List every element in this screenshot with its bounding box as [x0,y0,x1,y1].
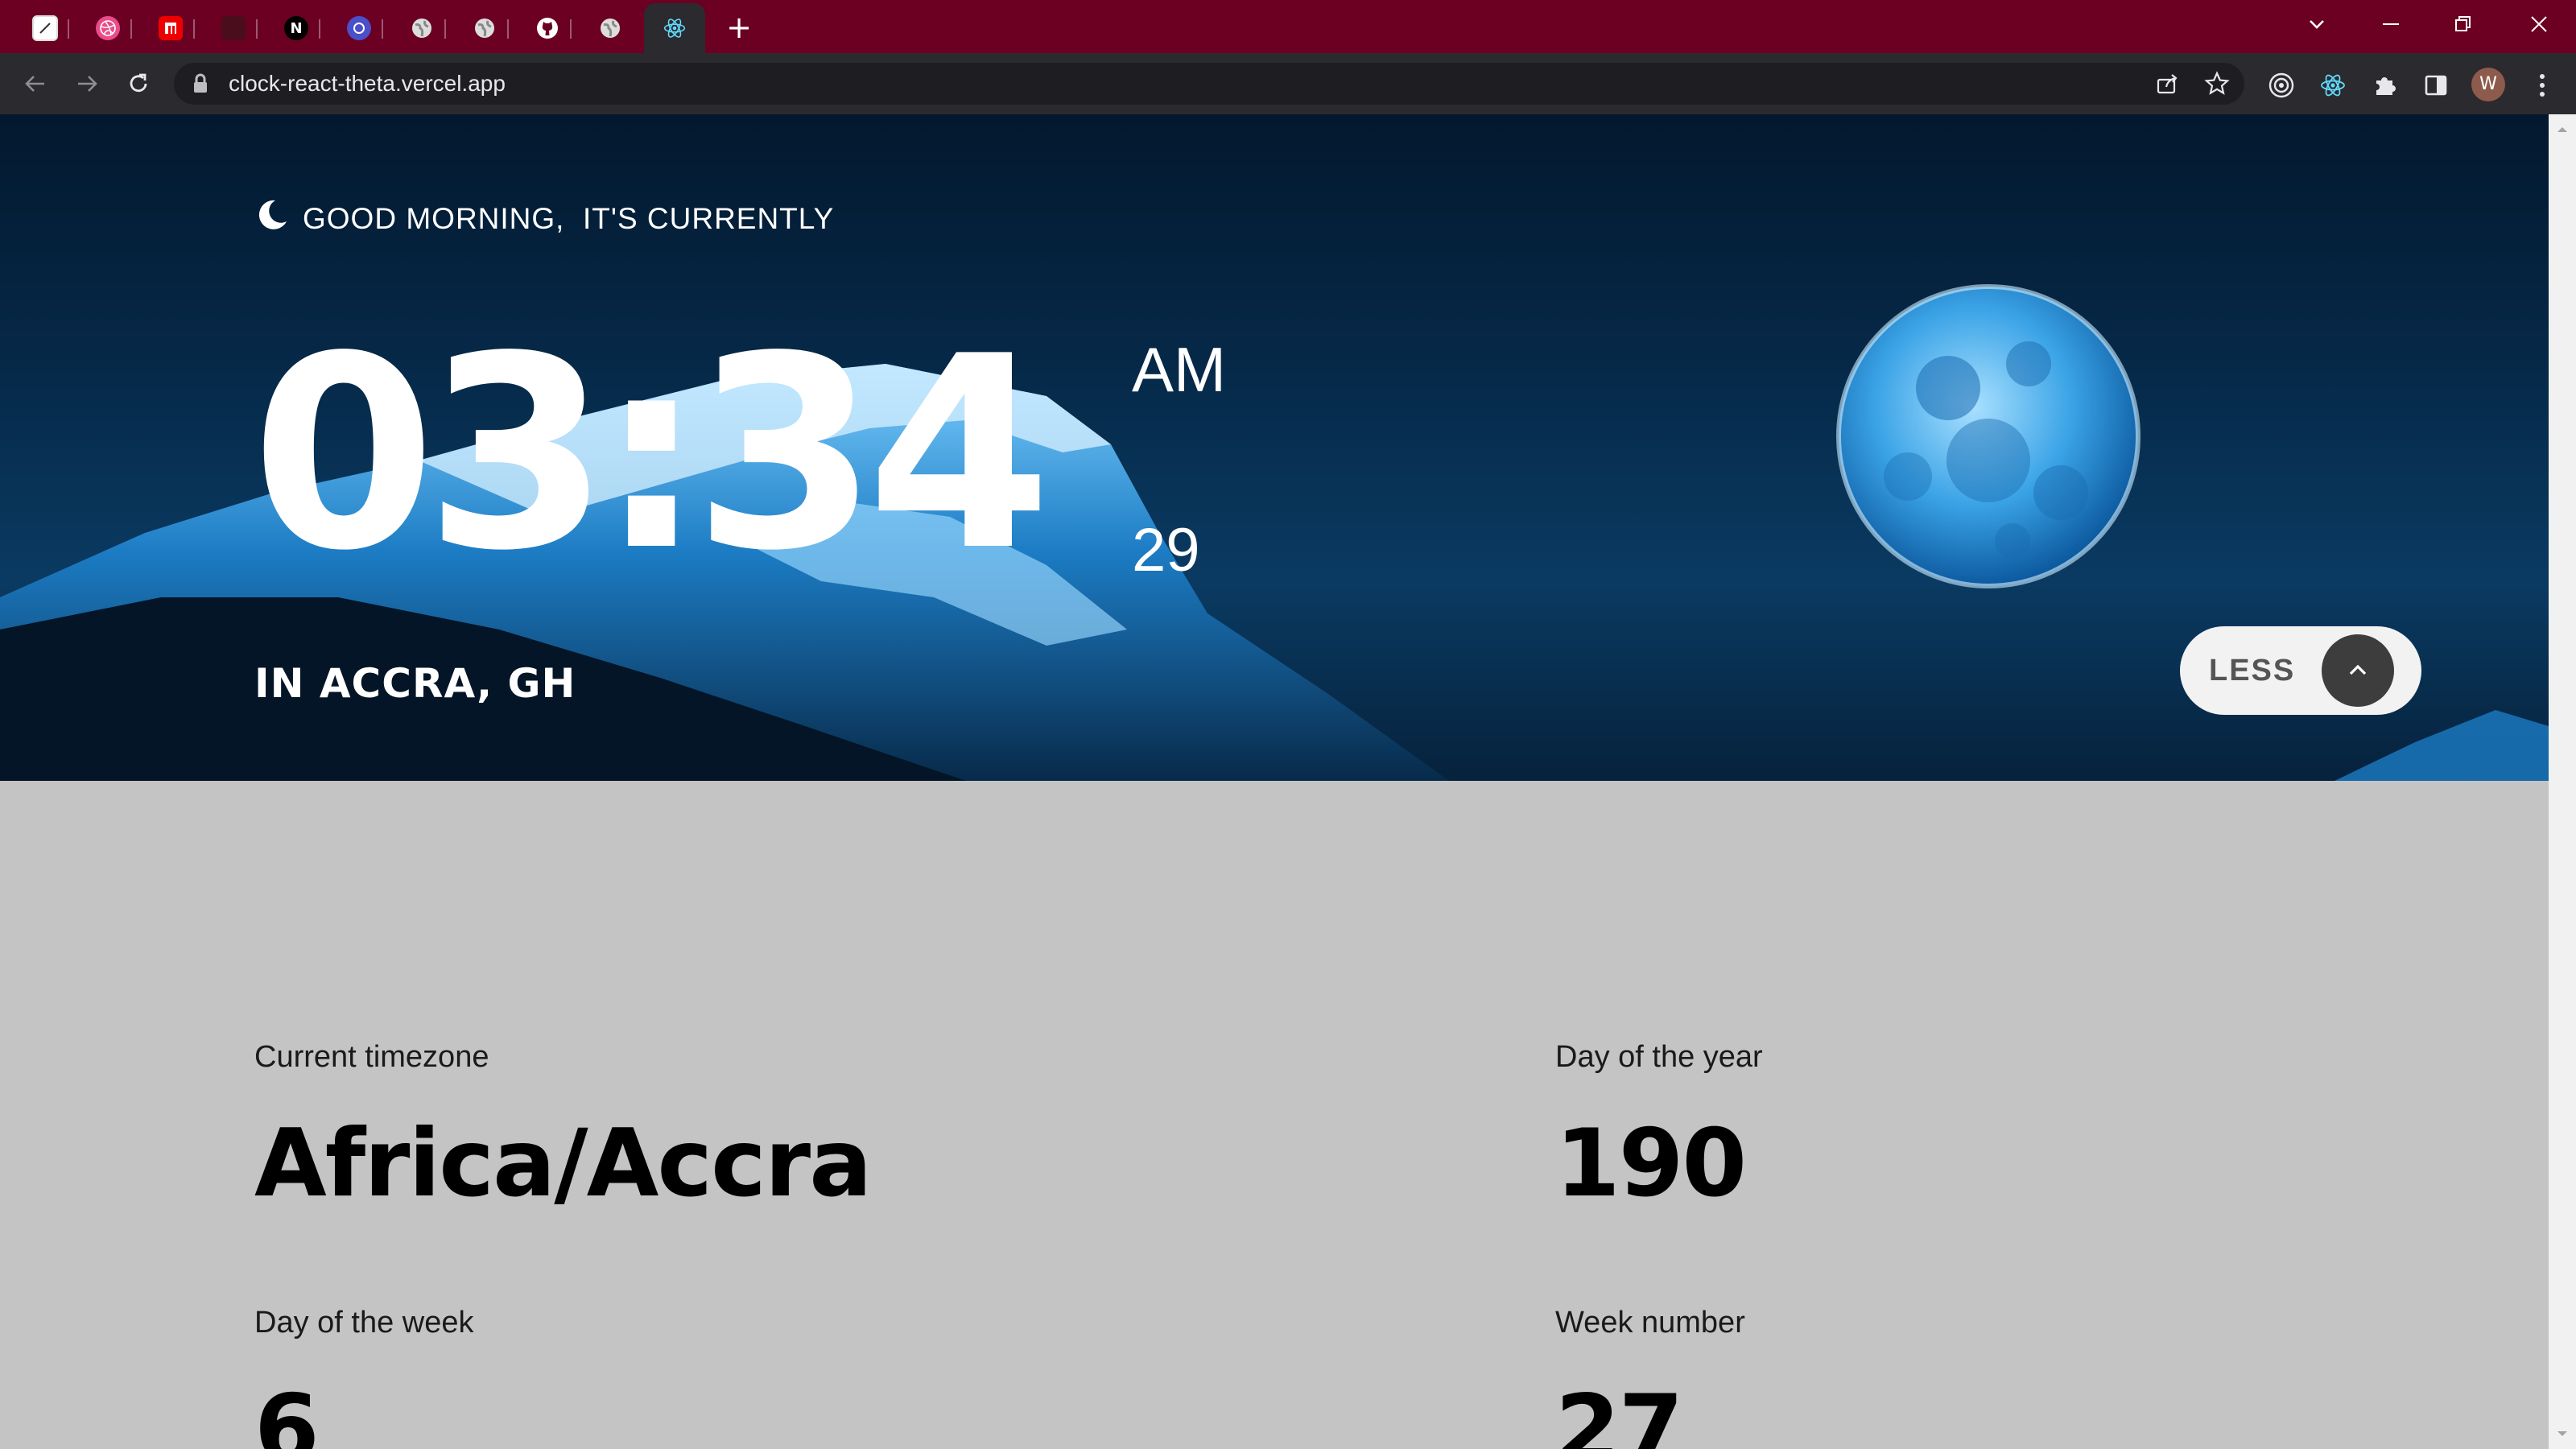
lock-icon [194,73,207,93]
reload-button[interactable] [119,64,158,103]
dark-red-app-icon [221,16,246,40]
tab-active[interactable] [644,3,705,53]
close-icon [2531,16,2547,32]
close-window-button[interactable] [2515,5,2563,43]
minimize-button[interactable] [2367,5,2415,43]
hero-section: GOOD MORNING, IT'S CURRENTLY 03:34 AM 29… [0,114,2549,781]
minimize-icon [2383,23,2399,25]
red-app-icon [159,16,183,40]
scroll-up-arrow-icon[interactable] [2549,116,2576,143]
back-button[interactable] [16,64,55,103]
clock-time: 03:34 [251,299,1051,609]
arrow-right-icon [78,76,97,92]
page-scrollbar[interactable] [2549,114,2576,1449]
tab[interactable] [21,8,69,48]
nextjs-icon: N [284,16,308,40]
github-icon [535,16,559,40]
react-devtools-icon[interactable] [2318,71,2347,100]
react-icon [663,16,687,40]
details-panel: Current timezone Africa/Accra Day of the… [0,781,2549,1449]
side-panel-icon[interactable] [2421,71,2450,100]
restore-button[interactable] [2439,5,2487,43]
bookmark-star-icon[interactable] [2204,71,2230,97]
day-of-year-value: 190 [1555,1109,1747,1218]
greeting: GOOD MORNING, IT'S CURRENTLY [254,195,834,243]
crescent-moon-icon [258,200,287,229]
less-button-label: LESS [2209,654,2296,687]
tab[interactable] [209,8,258,48]
globe-icon [410,16,434,40]
full-moon-image [1836,284,2140,588]
address-bar[interactable]: clock-react-theta.vercel.app [174,63,2244,105]
tab[interactable] [335,8,383,48]
day-of-week-value: 6 [254,1375,320,1449]
page-content: GOOD MORNING, IT'S CURRENTLY 03:34 AM 29… [0,114,2549,1449]
scroll-down-arrow-icon[interactable] [2549,1420,2576,1447]
timezone-label: Current timezone [254,1040,489,1074]
profile-avatar[interactable]: W [2471,68,2505,101]
extension-target-icon[interactable] [2267,71,2296,100]
timezone-value: Africa/Accra [254,1109,872,1218]
notion-style-icon [32,15,58,41]
graphql-icon [347,16,371,40]
tab-strip: N + [0,0,2576,53]
arrow-left-icon [25,76,44,92]
day-of-week-label: Day of the week [254,1306,474,1340]
tab[interactable] [460,8,509,48]
tab[interactable] [147,8,195,48]
browser-toolbar: clock-react-theta.vercel.app W [0,53,2576,116]
week-number-label: Week number [1555,1306,1745,1340]
url-text: clock-react-theta.vercel.app [229,71,506,96]
share-icon[interactable] [2154,71,2180,97]
new-tab-button[interactable]: + [723,11,755,43]
less-toggle-button[interactable]: LESS [2180,626,2421,715]
globe-icon [598,16,622,40]
tab[interactable] [84,8,132,48]
reload-icon [130,73,147,93]
clock-ampm: AM [1132,334,1226,405]
dribbble-icon [96,16,120,40]
day-of-year-label: Day of the year [1555,1040,1763,1074]
tab[interactable] [586,8,634,48]
greeting-text: GOOD MORNING, IT'S CURRENTLY [303,202,835,235]
tab[interactable] [523,8,572,48]
globe-icon [473,16,497,40]
tab[interactable] [398,8,446,48]
extensions-puzzle-icon[interactable] [2370,71,2399,100]
restore-icon [2455,16,2471,31]
chevron-down-icon [2310,20,2324,29]
menu-kebab-icon[interactable] [2528,71,2557,100]
forward-button[interactable] [68,64,106,103]
location-label: IN ACCRA, GH [254,660,576,707]
week-number-value: 27 [1555,1375,1683,1449]
clock-seconds: 29 [1132,516,1200,584]
tab[interactable]: N [272,8,320,48]
tab-search-button[interactable] [2293,5,2341,43]
chevron-up-icon [2322,634,2394,707]
